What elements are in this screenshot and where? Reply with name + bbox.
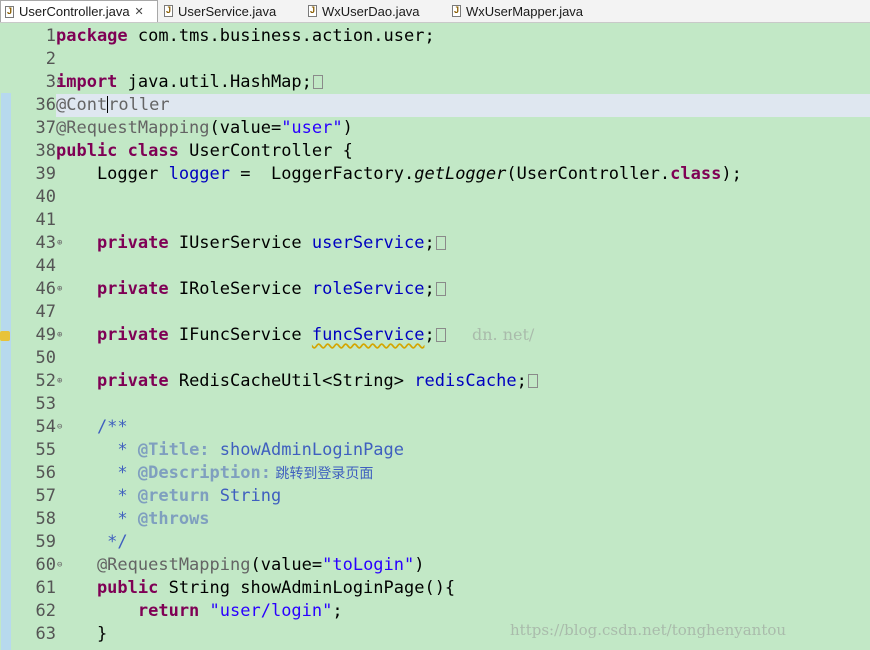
line-number: 61 — [35, 578, 56, 598]
line-number: 57 — [35, 486, 56, 506]
code-area[interactable]: package com.tms.business.action.user; im… — [56, 23, 870, 650]
code-line: * @Description: 跳转到登录页面 — [56, 463, 374, 483]
code-line: private IFuncService funcService; — [56, 324, 446, 347]
line-number: 36 — [35, 95, 56, 115]
code-line: package com.tms.business.action.user; — [56, 26, 435, 46]
change-bar — [1, 93, 11, 650]
watermark-partial: dn. net/ — [472, 325, 535, 344]
code-line: @RequestMapping(value="toLogin") — [56, 555, 425, 575]
line-number: 52 — [35, 371, 56, 391]
watermark: https://blog.csdn.net/tonghenyantou — [510, 621, 787, 639]
line-number: 58 — [35, 509, 56, 529]
code-line: private IRoleService roleService; — [56, 278, 446, 301]
line-number: 2 — [45, 49, 56, 69]
code-line: */ — [56, 532, 128, 552]
line-number: 38 — [35, 141, 56, 161]
line-number: 37 — [35, 118, 56, 138]
line-number: 63 — [35, 624, 56, 644]
code-line: public class UserController { — [56, 141, 353, 161]
code-line: * @Title: showAdminLoginPage — [56, 440, 405, 460]
line-number: 41 — [35, 210, 56, 230]
line-number: 47 — [35, 302, 56, 322]
folded-code-icon[interactable] — [435, 236, 446, 250]
tab-wx-user-dao[interactable]: WxUserDao.java — [304, 0, 444, 22]
line-number: 62 — [35, 601, 56, 621]
line-number: 44 — [35, 256, 56, 276]
java-file-icon — [5, 5, 14, 18]
code-line: private IUserService userService; — [56, 232, 446, 255]
tab-user-controller[interactable]: UserController.java ✕ — [0, 0, 158, 22]
line-number: 54 — [35, 417, 56, 437]
code-line: return "user/login"; — [56, 601, 343, 621]
java-file-icon — [308, 5, 317, 17]
tab-label: WxUserDao.java — [322, 3, 420, 19]
code-line: @RequestMapping(value="user") — [56, 118, 353, 138]
code-line: @Controller — [56, 95, 170, 115]
tab-user-service[interactable]: UserService.java — [160, 0, 300, 22]
editor-tab-bar: UserController.java ✕ UserService.java W… — [0, 0, 870, 23]
folded-code-icon[interactable] — [312, 75, 323, 89]
line-number: 53 — [35, 394, 56, 414]
current-line-highlight — [56, 94, 870, 117]
code-line: } — [56, 624, 108, 644]
line-number: 46 — [35, 279, 56, 299]
close-icon[interactable]: ✕ — [135, 5, 144, 18]
tab-wx-user-mapper[interactable]: WxUserMapper.java — [448, 0, 608, 22]
tab-label: UserController.java — [19, 4, 130, 19]
code-line: * @throws — [56, 509, 210, 529]
code-editor[interactable]: 1 2 3 ⊕ 36 37 38 39 40 41 43 ⊕ 44 46 ⊕ 4… — [0, 23, 870, 650]
line-number: 39 — [35, 164, 56, 184]
line-number: 56 — [35, 463, 56, 483]
java-file-icon — [452, 5, 461, 17]
line-number: 3 — [45, 72, 56, 92]
tab-label: UserService.java — [178, 3, 277, 19]
warning-marker-icon[interactable] — [0, 331, 10, 341]
code-line: /** — [56, 417, 128, 437]
overview-ruler — [0, 23, 12, 650]
line-number: 49 — [35, 325, 56, 345]
line-number: 43 — [35, 233, 56, 253]
tab-label: WxUserMapper.java — [466, 3, 584, 19]
line-number: 60 — [35, 555, 56, 575]
line-number: 50 — [35, 348, 56, 368]
folded-code-icon[interactable] — [435, 328, 446, 342]
line-number: 55 — [35, 440, 56, 460]
line-number: 59 — [35, 532, 56, 552]
line-number: 40 — [35, 187, 56, 207]
folded-code-icon[interactable] — [435, 282, 446, 296]
java-file-icon — [164, 5, 173, 17]
code-line: public String showAdminLoginPage(){ — [56, 578, 456, 598]
code-line: private RedisCacheUtil<String> redisCach… — [56, 370, 538, 393]
code-line: * @return String — [56, 486, 282, 506]
line-number-gutter: 1 2 3 ⊕ 36 37 38 39 40 41 43 ⊕ 44 46 ⊕ 4… — [12, 23, 63, 650]
folded-code-icon[interactable] — [527, 374, 538, 388]
line-number: 1 — [45, 26, 56, 46]
code-line: import java.util.HashMap; — [56, 71, 323, 94]
code-line: Logger logger = LoggerFactory.getLogger(… — [56, 164, 742, 184]
